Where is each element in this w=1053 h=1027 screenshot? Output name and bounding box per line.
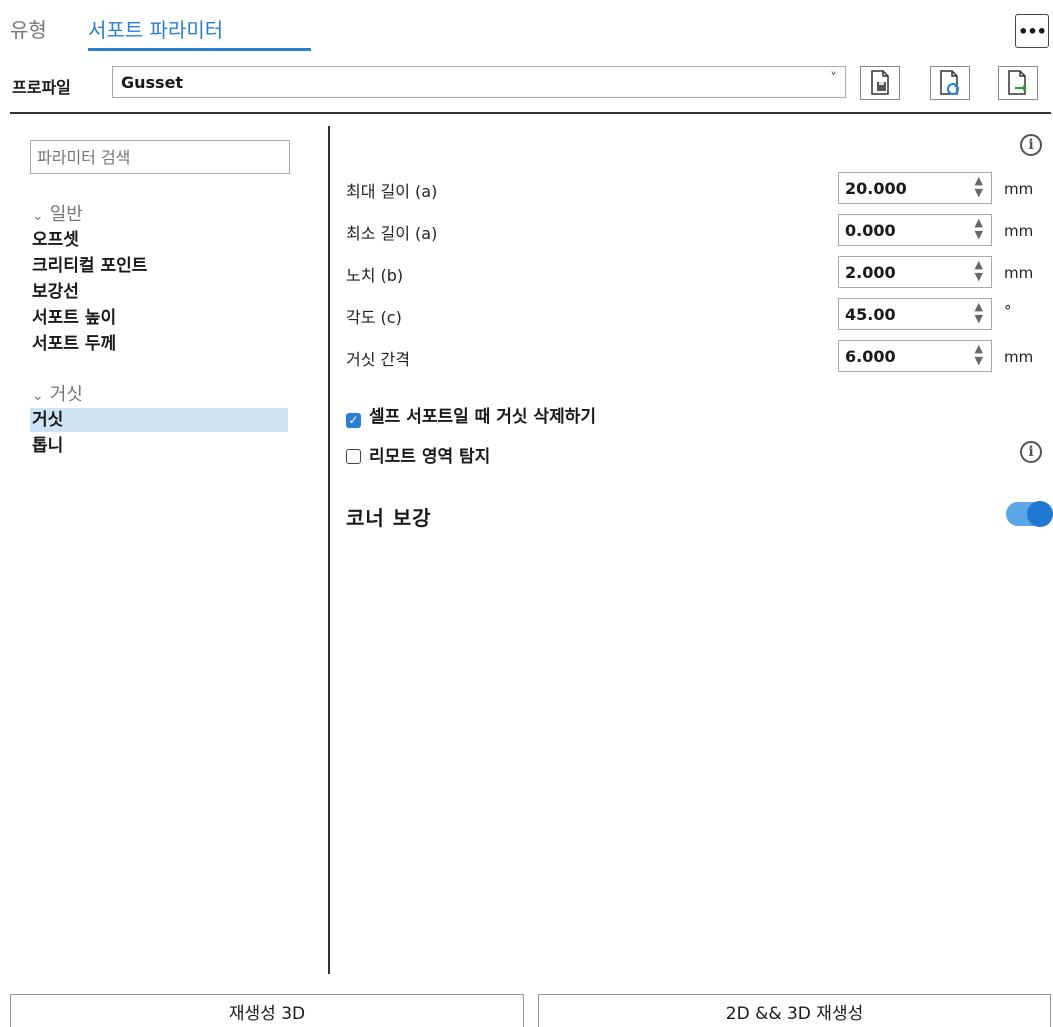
reload-profile-button[interactable] xyxy=(930,66,970,100)
param-label-gusset-spacing: 거싯 간격 xyxy=(346,350,410,369)
min-length-unit: mm xyxy=(1004,222,1034,240)
panel-divider xyxy=(328,126,330,974)
info-icon[interactable]: i xyxy=(1020,134,1042,156)
sidebar-item-support-height[interactable]: 서포트 높이 xyxy=(30,306,288,330)
page-refresh-icon xyxy=(940,70,959,95)
angle-spinbox[interactable]: 45.00 ▲ ▼ xyxy=(838,298,992,330)
sidebar-item-critical-point[interactable]: 크리티컬 포인트 xyxy=(30,254,288,278)
gusset-spacing-spinbox[interactable]: 6.000 ▲ ▼ xyxy=(838,340,992,372)
chevron-down-icon: ⌄ xyxy=(32,208,44,224)
sidebar-item-offset[interactable]: 오프셋 xyxy=(30,228,288,252)
regenerate-2d-3d-button[interactable]: 2D && 3D 재생성 xyxy=(538,994,1051,1027)
param-label-notch: 노치 (b) xyxy=(346,266,404,285)
checkbox-checked-icon[interactable]: ✓ xyxy=(346,413,361,428)
param-label-max-length: 최대 길이 (a) xyxy=(346,182,438,201)
page-export-icon xyxy=(1008,70,1027,95)
sidebar-item-stiffener[interactable]: 보강선 xyxy=(30,280,288,304)
tab-support-parameters[interactable]: 서포트 파라미터 xyxy=(88,14,311,51)
spin-arrows-icon[interactable]: ▲ ▼ xyxy=(975,175,983,199)
angle-unit: ° xyxy=(1004,302,1012,320)
corner-reinforcement-label: 코너 보강 xyxy=(346,506,432,530)
group-gusset-header[interactable]: ⌄ 거싯 xyxy=(32,380,83,406)
checkbox-unchecked-icon[interactable] xyxy=(346,449,361,464)
sidebar-item-support-thickness[interactable]: 서포트 두께 xyxy=(30,332,288,356)
group-gusset-label: 거싯 xyxy=(49,384,83,405)
max-length-unit: mm xyxy=(1004,180,1034,198)
notch-value: 2.000 xyxy=(845,263,896,282)
chevron-down-icon: ˅ xyxy=(830,71,837,87)
spin-arrows-icon[interactable]: ▲ ▼ xyxy=(975,301,983,325)
support-parameters-panel: 유형 서포트 파라미터 ••• 프로파일 Gusset ˅ 파라미터 검색 ⌄ … xyxy=(0,0,1053,1027)
page-save-icon xyxy=(871,70,889,95)
notch-spinbox[interactable]: 2.000 ▲ ▼ xyxy=(838,256,992,288)
profile-dropdown[interactable]: Gusset ˅ xyxy=(112,66,846,98)
gusset-spacing-unit: mm xyxy=(1004,348,1034,366)
spin-arrows-icon[interactable]: ▲ ▼ xyxy=(975,259,983,283)
chevron-down-icon: ⌄ xyxy=(32,388,44,404)
tab-type[interactable]: 유형 xyxy=(10,14,47,43)
gusset-spacing-value: 6.000 xyxy=(845,347,896,366)
sidebar-item-gusset[interactable]: 거싯 xyxy=(30,408,288,432)
regenerate-3d-button[interactable]: 재생성 3D xyxy=(10,994,524,1027)
profile-value: Gusset xyxy=(121,73,184,92)
param-label-angle: 각도 (c) xyxy=(346,308,402,327)
group-general-label: 일반 xyxy=(49,204,83,225)
max-length-value: 20.000 xyxy=(845,179,907,198)
group-general-header[interactable]: ⌄ 일반 xyxy=(32,200,83,226)
min-length-spinbox[interactable]: 0.000 ▲ ▼ xyxy=(838,214,992,246)
angle-value: 45.00 xyxy=(845,305,896,324)
parameter-search-input[interactable] xyxy=(30,140,290,174)
remove-gusset-self-support-checkbox[interactable]: ✓ 셀프 서포트일 때 거싯 삭제하기 xyxy=(346,402,596,428)
corner-reinforcement-toggle[interactable] xyxy=(1006,501,1053,527)
profile-row: 프로파일 Gusset ˅ xyxy=(0,66,1053,100)
spin-arrows-icon[interactable]: ▲ ▼ xyxy=(975,217,983,241)
profile-label: 프로파일 xyxy=(12,78,71,97)
sidebar-item-teeth[interactable]: 톱니 xyxy=(30,434,288,458)
remote-area-label: 리모트 영역 탐지 xyxy=(369,447,491,467)
save-profile-button[interactable] xyxy=(860,66,900,100)
min-length-value: 0.000 xyxy=(845,221,896,240)
tab-bar: 유형 서포트 파라미터 ••• xyxy=(0,0,1053,52)
spin-arrows-icon[interactable]: ▲ ▼ xyxy=(975,343,983,367)
export-profile-button[interactable] xyxy=(998,66,1038,100)
header-divider xyxy=(10,112,1051,114)
info-icon[interactable]: i xyxy=(1020,441,1042,463)
remove-gusset-label: 셀프 서포트일 때 거싯 삭제하기 xyxy=(369,407,596,427)
max-length-spinbox[interactable]: 20.000 ▲ ▼ xyxy=(838,172,992,204)
remote-area-detection-checkbox[interactable]: 리모트 영역 탐지 xyxy=(346,442,490,467)
toggle-knob xyxy=(1027,501,1053,527)
more-options-button[interactable]: ••• xyxy=(1015,14,1049,48)
param-label-min-length: 최소 길이 (a) xyxy=(346,224,438,243)
notch-unit: mm xyxy=(1004,264,1034,282)
